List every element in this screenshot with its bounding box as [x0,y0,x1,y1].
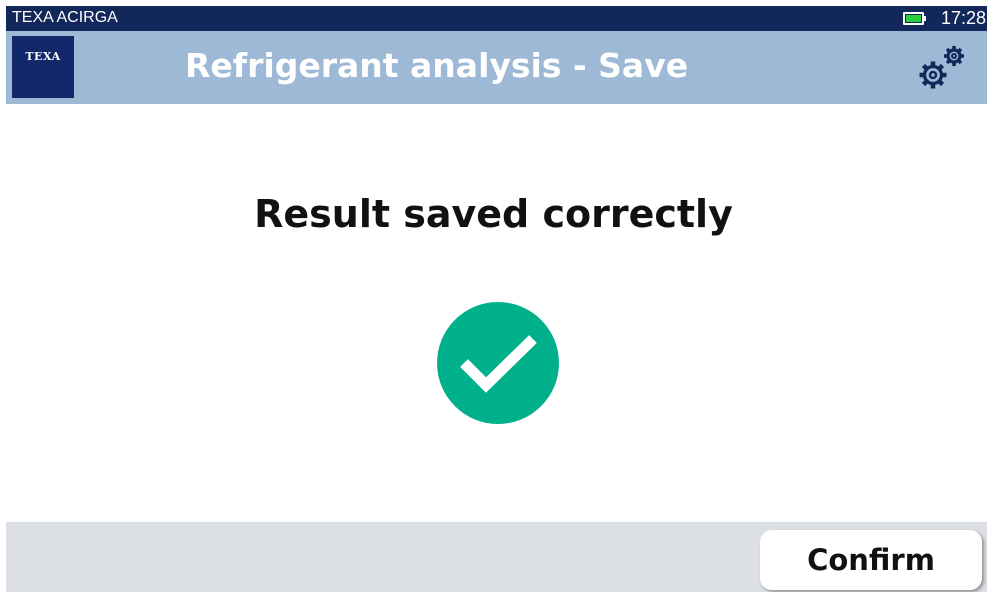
settings-button[interactable] [918,43,970,93]
result-message: Result saved correctly [254,192,733,236]
gears-icon [919,46,964,89]
status-bar: TEXA ACIRGA 17:28 [6,6,987,31]
status-app-name: TEXA ACIRGA [12,9,118,26]
status-time: 17:28 [941,8,987,28]
page-title: Refrigerant analysis - Save [185,46,689,85]
battery-icon [903,12,926,25]
screen: TEXA ACIRGA 17:28 TEXA Refrigerant analy… [0,0,987,592]
header-bar: TEXA Refrigerant analysis - Save [6,31,987,104]
battery-level [906,15,921,22]
check-circle-icon [436,301,560,425]
confirm-button[interactable]: Confirm [760,530,982,590]
logo-text: TEXA [25,50,61,63]
footer-bar: Confirm [6,522,987,592]
texa-logo: TEXA [12,36,74,98]
